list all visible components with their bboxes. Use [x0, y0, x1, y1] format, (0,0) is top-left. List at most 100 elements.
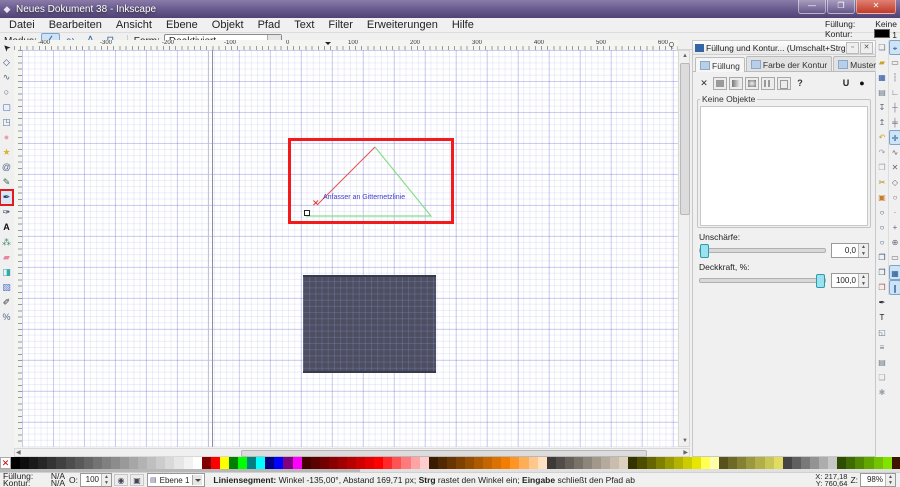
palette-swatch[interactable]	[746, 457, 756, 469]
palette-swatch[interactable]	[428, 457, 438, 469]
palette-swatch[interactable]	[256, 457, 266, 469]
palette-swatch[interactable]	[528, 457, 538, 469]
palette-swatch[interactable]	[156, 457, 166, 469]
calligraphy-tool-button[interactable]: ✑	[0, 205, 13, 220]
spiral-tool-button[interactable]: @	[0, 160, 13, 175]
blur-slider[interactable]	[699, 244, 826, 258]
palette-swatch[interactable]	[138, 457, 148, 469]
palette-swatch[interactable]	[800, 457, 810, 469]
palette-swatch[interactable]	[101, 457, 111, 469]
print-button[interactable]: ▤	[876, 85, 888, 100]
no-paint-button[interactable]: ✕	[697, 77, 711, 90]
copy-button[interactable]: ❐	[876, 160, 888, 175]
menu-pfad[interactable]: Pfad	[251, 18, 288, 32]
palette-swatch[interactable]	[419, 457, 429, 469]
unlink-clone-button[interactable]: ❒	[876, 280, 888, 295]
snap-rotation-center-button[interactable]: ⊕	[889, 235, 900, 250]
canvas[interactable]: ✕ Anfasser an Gitternetzlinie	[22, 50, 678, 447]
palette-swatch[interactable]	[846, 457, 856, 469]
palette-swatch[interactable]	[510, 457, 520, 469]
palette-swatch[interactable]	[573, 457, 583, 469]
blur-slider-thumb[interactable]	[700, 244, 709, 258]
palette-swatch[interactable]	[882, 457, 892, 469]
palette-swatch[interactable]	[592, 457, 602, 469]
palette-swatch[interactable]	[410, 457, 420, 469]
palette-swatch[interactable]	[691, 457, 702, 469]
palette-swatch[interactable]	[38, 457, 48, 469]
palette-swatch[interactable]	[837, 457, 847, 469]
palette-swatch[interactable]	[238, 457, 248, 469]
pencil-tool-button[interactable]: ✎	[0, 175, 13, 190]
fill-stroke-dialog-button[interactable]: ✒	[876, 295, 888, 310]
palette-swatch[interactable]	[755, 457, 765, 469]
menu-text[interactable]: Text	[287, 18, 321, 32]
gradient-tool-button[interactable]: ▧	[0, 280, 13, 295]
scroll-right-icon[interactable]: ▶	[683, 449, 688, 457]
palette-swatch[interactable]	[328, 457, 338, 469]
duplicate-button[interactable]: ❐	[876, 250, 888, 265]
horizontal-scrollbar[interactable]: ◀ ▶	[14, 448, 690, 457]
palette-swatch[interactable]	[129, 457, 139, 469]
undo-button[interactable]: ↶	[876, 130, 888, 145]
scroll-up-icon[interactable]: ▲	[682, 52, 688, 60]
palette-swatch-none[interactable]: ✕	[0, 457, 12, 469]
palette-swatch[interactable]	[773, 457, 783, 469]
palette-swatch[interactable]	[29, 457, 39, 469]
palette-swatch[interactable]	[610, 457, 620, 469]
palette-swatch[interactable]	[374, 457, 384, 469]
cut-button[interactable]: ✂	[876, 175, 888, 190]
paintbucket-tool-button[interactable]: ◨	[0, 265, 13, 280]
palette-swatch[interactable]	[564, 457, 574, 469]
palette-swatch[interactable]	[664, 457, 674, 469]
chevron-down-icon[interactable]	[192, 475, 203, 485]
title-bar[interactable]: ◆ Neues Dokument 38 - Inkscape — ❐ ✕	[0, 0, 900, 18]
node-tool-button[interactable]: ◇	[0, 55, 13, 70]
statusbar-fill-stroke[interactable]: Füllung: N/A Kontur: N/A	[3, 472, 65, 487]
palette-swatch[interactable]	[601, 457, 611, 469]
snap-enable-button[interactable]: ⌖	[889, 40, 900, 55]
export-button[interactable]: ↥	[876, 115, 888, 130]
spin-down-icon[interactable]: ▼	[886, 480, 895, 486]
zoom-page-button[interactable]: ○	[876, 235, 888, 250]
tab-fill[interactable]: Füllung	[695, 57, 745, 72]
palette-swatch[interactable]	[365, 457, 375, 469]
palette-swatch[interactable]	[392, 457, 402, 469]
scroll-left-icon[interactable]: ◀	[16, 449, 21, 457]
vertical-scrollbar[interactable]: ▲ ▼	[678, 50, 690, 447]
zoom-tool-button[interactable]: ○	[0, 85, 13, 100]
create-clone-button[interactable]: ❒	[876, 265, 888, 280]
snap-grid-button[interactable]: ▦	[889, 265, 900, 280]
palette-swatch[interactable]	[637, 457, 647, 469]
star-tool-button[interactable]: ★	[0, 145, 13, 160]
import-button[interactable]: ↧	[876, 100, 888, 115]
eraser-tool-button[interactable]: ▰	[0, 250, 13, 265]
palette-swatch[interactable]	[519, 457, 529, 469]
palette-swatch[interactable]	[110, 457, 121, 469]
layer-dropdown[interactable]: ▤ Ebene 1	[146, 473, 206, 487]
palette-swatch[interactable]	[628, 457, 638, 469]
palette-swatch[interactable]	[292, 457, 302, 469]
box3d-tool-button[interactable]: ◳	[0, 115, 13, 130]
palette-swatch[interactable]	[201, 457, 211, 469]
opacity-slider[interactable]	[699, 274, 826, 288]
redo-button[interactable]: ↷	[876, 145, 888, 160]
xml-editor-button[interactable]: ◱	[876, 325, 888, 340]
palette-swatch[interactable]	[701, 457, 711, 469]
minimize-button[interactable]: —	[798, 0, 826, 14]
spin-down-icon[interactable]: ▼	[859, 281, 868, 288]
palette-swatch[interactable]	[437, 457, 447, 469]
palette-swatch[interactable]	[864, 457, 874, 469]
layer-visibility-eye-icon[interactable]: ◉	[113, 474, 128, 486]
palette-swatch[interactable]	[619, 457, 629, 469]
tab-stroke-paint[interactable]: Farbe der Kontur	[745, 56, 833, 71]
swatch-button[interactable]	[777, 77, 791, 90]
save-document-button[interactable]: ▦	[876, 70, 888, 85]
snap-cusp-nodes-button[interactable]: ◇	[889, 175, 900, 190]
close-button[interactable]: ✕	[856, 0, 896, 14]
snap-page-border-button[interactable]: ▭	[889, 250, 900, 265]
palette-swatch[interactable]	[828, 457, 838, 469]
palette-swatch[interactable]	[819, 457, 829, 469]
fillrule-nonzero-button[interactable]: ●	[855, 77, 869, 90]
vertical-scroll-thumb[interactable]	[680, 63, 690, 215]
palette-swatch[interactable]	[555, 457, 565, 469]
